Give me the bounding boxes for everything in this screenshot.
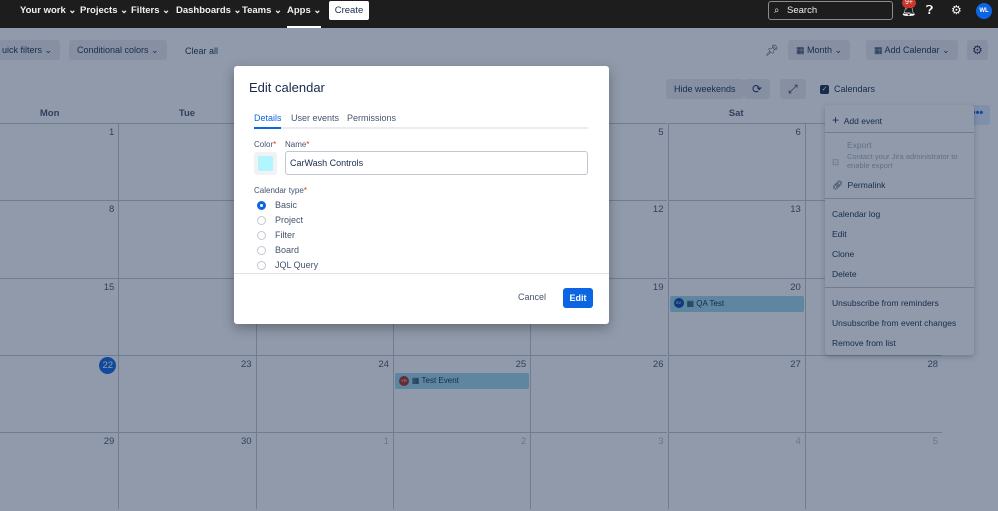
color-label: Color* <box>254 140 277 149</box>
dialog-title: Edit calendar <box>249 80 325 95</box>
nav-dashboards[interactable]: Dashboards ⌄ <box>176 0 242 28</box>
edit-calendar-dialog: Edit calendar Details User events Permis… <box>234 66 609 324</box>
radio-project[interactable]: Project <box>257 215 303 226</box>
tab-details[interactable]: Details <box>254 113 282 123</box>
nav-filters[interactable]: Filters ⌄ <box>131 0 170 28</box>
cancel-button[interactable]: Cancel <box>518 292 546 302</box>
radio-basic[interactable]: Basic <box>257 200 297 211</box>
name-input[interactable] <box>285 151 588 175</box>
radio-filter[interactable]: Filter <box>257 230 295 241</box>
nav-teams[interactable]: Teams ⌄ <box>242 0 282 28</box>
tab-underline <box>254 127 588 129</box>
calendar-type-label: Calendar type* <box>254 186 307 195</box>
radio-jql-query[interactable]: JQL Query <box>257 260 318 271</box>
search-input[interactable]: ⌕ Search <box>768 1 893 20</box>
nav-your-work[interactable]: Your work ⌄ <box>20 0 76 28</box>
tab-permissions[interactable]: Permissions <box>347 113 396 123</box>
nav-apps[interactable]: Apps ⌄ <box>287 0 322 28</box>
avatar[interactable]: WL <box>976 3 992 19</box>
search-icon: ⌕ <box>774 5 780 16</box>
help-icon[interactable]: ❓︎ <box>926 3 933 18</box>
notification-badge: 9+ <box>902 0 916 8</box>
nav-projects[interactable]: Projects ⌄ <box>80 0 128 28</box>
radio-board[interactable]: Board <box>257 245 299 256</box>
create-button[interactable]: Create <box>329 1 369 20</box>
submit-edit-button[interactable]: Edit <box>563 288 593 308</box>
settings-icon[interactable]: ⚙ <box>951 3 962 17</box>
tab-user-events[interactable]: User events <box>291 113 339 123</box>
name-label: Name* <box>285 140 310 149</box>
color-picker[interactable] <box>254 152 277 175</box>
top-nav: Your work ⌄ Projects ⌄ Filters ⌄ Dashboa… <box>0 0 998 28</box>
